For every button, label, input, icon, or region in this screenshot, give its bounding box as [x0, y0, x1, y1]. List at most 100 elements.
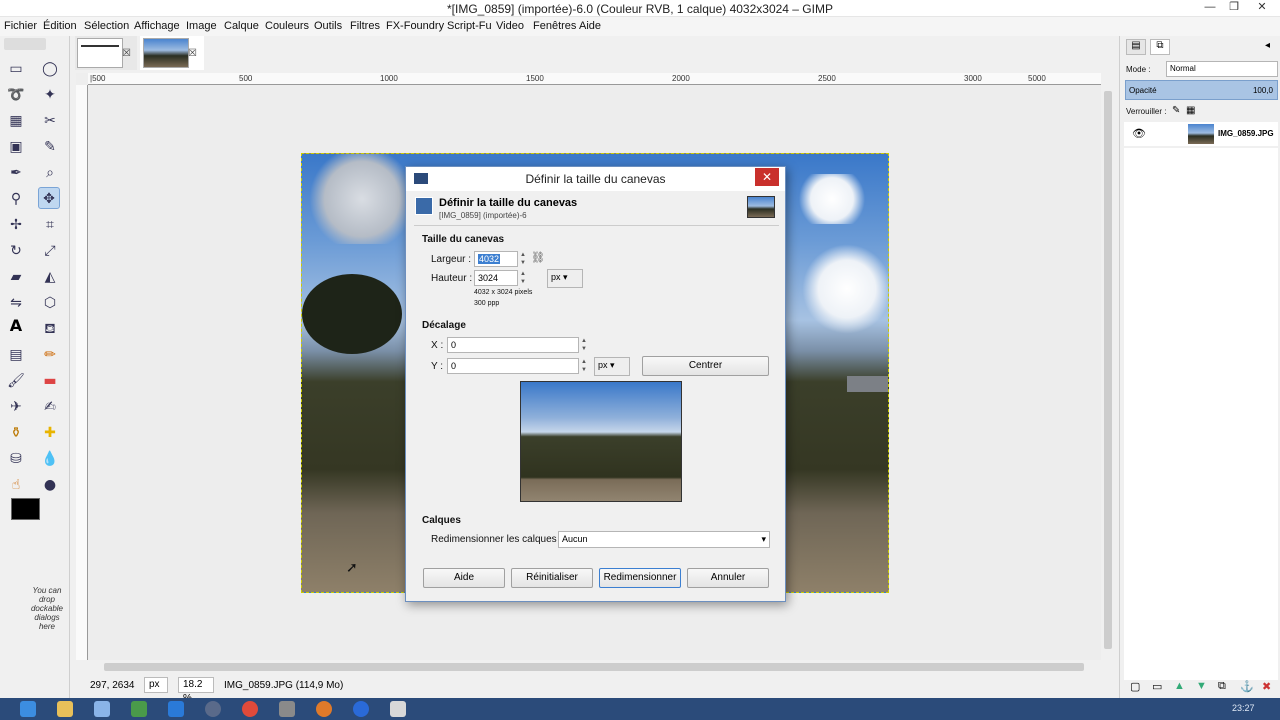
resize-button[interactable]: Redimensionner: [599, 568, 681, 588]
dialog-close-button[interactable]: ✕: [755, 168, 779, 186]
eye-visibility-icon[interactable]: 👁: [1132, 127, 1146, 140]
taskbar-app-icon[interactable]: [353, 701, 369, 717]
cage-icon[interactable]: ⬡: [39, 292, 61, 314]
taskbar-app-icon[interactable]: [131, 701, 147, 717]
lower-layer-icon[interactable]: ▼: [1196, 680, 1207, 692]
width-spin-icon[interactable]: ▲ ▼: [519, 251, 527, 267]
menu-fichier[interactable]: Fichier: [4, 20, 37, 32]
heal-icon[interactable]: ✚: [39, 422, 61, 444]
anchor-layer-icon[interactable]: ⚓: [1240, 680, 1254, 693]
close-tab-2-icon[interactable]: ☒: [188, 48, 197, 59]
size-unit-select[interactable]: px ▾: [547, 269, 583, 288]
eraser-icon[interactable]: ▬: [39, 370, 61, 392]
menu-calque[interactable]: Calque: [224, 20, 259, 32]
close-window-button[interactable]: ✕: [1248, 0, 1276, 16]
dock-menu-icon[interactable]: ◂: [1265, 40, 1270, 51]
smudge-icon[interactable]: ☝: [5, 474, 27, 496]
gimp-taskbar-icon[interactable]: [279, 701, 295, 717]
delete-layer-icon[interactable]: ✖: [1262, 680, 1271, 693]
new-group-icon[interactable]: ▭: [1152, 680, 1162, 693]
x-spin-icon[interactable]: ▲ ▼: [580, 337, 588, 353]
text-tool-icon[interactable]: A: [5, 315, 27, 337]
y-offset-input[interactable]: 0: [447, 358, 579, 374]
shear-icon[interactable]: ▰: [5, 266, 27, 288]
menu-affichage[interactable]: Affichage: [134, 20, 180, 32]
menu-filtres[interactable]: Filtres: [350, 20, 380, 32]
menu-video[interactable]: Video: [496, 20, 524, 32]
layer-row[interactable]: 👁 IMG_0859.JPG: [1124, 122, 1278, 146]
foreground-color-swatch[interactable]: [11, 498, 40, 520]
pencil-icon[interactable]: ✏: [39, 344, 61, 366]
paintbrush-icon[interactable]: 🖌: [5, 370, 27, 392]
menu-edition[interactable]: Édition: [43, 20, 77, 32]
lock-pixels-icon[interactable]: ✎: [1172, 105, 1180, 116]
horizontal-scrollbar[interactable]: [88, 660, 1101, 674]
dodge-burn-icon[interactable]: ●: [39, 474, 61, 496]
offset-unit-select[interactable]: px ▾: [594, 357, 630, 376]
menu-selection[interactable]: Sélection: [84, 20, 129, 32]
ie-browser-icon[interactable]: [168, 701, 184, 717]
zoom-icon[interactable]: ⌕: [39, 162, 61, 184]
height-input[interactable]: 3024: [474, 270, 518, 286]
unit-select[interactable]: px: [144, 677, 168, 693]
bucket-fill-icon[interactable]: ⛾: [39, 318, 61, 340]
chrome-icon[interactable]: [242, 701, 258, 717]
layers-tab-icon[interactable]: ▤: [1126, 39, 1146, 55]
vertical-scroll-thumb[interactable]: [1104, 91, 1112, 649]
menu-fenetres[interactable]: Fenêtres: [533, 20, 576, 32]
menu-fx-foundry[interactable]: FX-Foundry: [386, 20, 444, 32]
airbrush-icon[interactable]: ✈: [5, 396, 27, 418]
y-spin-icon[interactable]: ▲ ▼: [580, 358, 588, 374]
ink-icon[interactable]: ✍: [39, 396, 61, 418]
paths-icon[interactable]: ✎: [39, 136, 61, 158]
raise-layer-icon[interactable]: ▲: [1174, 680, 1185, 692]
mode-select[interactable]: Normal: [1166, 61, 1278, 77]
new-layer-icon[interactable]: ▢: [1130, 680, 1140, 693]
color-select-icon[interactable]: ▦: [5, 110, 27, 132]
help-button[interactable]: Aide: [423, 568, 505, 588]
cancel-button[interactable]: Annuler: [687, 568, 769, 588]
menu-script-fu[interactable]: Script-Fu: [447, 20, 492, 32]
menu-aide[interactable]: Aide: [579, 20, 601, 32]
scissors-icon[interactable]: ✂: [39, 110, 61, 132]
explorer-icon[interactable]: [57, 701, 73, 717]
vertical-scrollbar[interactable]: [1101, 73, 1115, 661]
rect-select-icon[interactable]: ▭: [5, 58, 27, 80]
zoom-select[interactable]: 18.2 %: [178, 677, 214, 704]
x-offset-input[interactable]: 0: [447, 337, 579, 353]
center-button[interactable]: Centrer: [642, 356, 769, 376]
height-spin-icon[interactable]: ▲ ▼: [519, 270, 527, 286]
channels-tab-icon[interactable]: ⧉: [1150, 39, 1170, 55]
menu-couleurs[interactable]: Couleurs: [265, 20, 309, 32]
clone-icon[interactable]: ⚱: [5, 422, 27, 444]
gradient-icon[interactable]: ▤: [5, 344, 27, 366]
perspective-clone-icon[interactable]: ⛁: [5, 448, 27, 470]
taskbar-app-icon[interactable]: [390, 701, 406, 717]
duplicate-layer-icon[interactable]: ⧉: [1218, 680, 1226, 693]
resize-layers-select[interactable]: Aucun ▾: [558, 531, 770, 548]
close-tab-1-icon[interactable]: ☒: [122, 48, 131, 59]
ellipse-select-icon[interactable]: ◯: [39, 58, 61, 80]
measure-icon[interactable]: ⚲: [5, 188, 27, 210]
start-button-icon[interactable]: [20, 701, 36, 717]
fuzzy-select-icon[interactable]: ✦: [39, 84, 61, 106]
move-icon[interactable]: ✥: [38, 187, 60, 209]
color-picker-icon[interactable]: ✒: [5, 162, 27, 184]
blur-icon[interactable]: 💧: [39, 448, 61, 470]
hp-icon[interactable]: [205, 701, 221, 717]
crop-icon[interactable]: ⌗: [39, 214, 61, 236]
lasso-icon[interactable]: ➰: [5, 84, 27, 106]
width-input[interactable]: 4032: [474, 251, 518, 267]
offset-preview-image[interactable]: [520, 381, 682, 502]
firefox-icon[interactable]: [316, 701, 332, 717]
taskbar-app-icon[interactable]: [94, 701, 110, 717]
perspective-icon[interactable]: ◭: [39, 266, 61, 288]
foreground-select-icon[interactable]: ▣: [5, 136, 27, 158]
lock-alpha-icon[interactable]: ▦: [1186, 105, 1195, 116]
horizontal-scroll-thumb[interactable]: [104, 663, 1084, 671]
align-icon[interactable]: ✢: [5, 214, 27, 236]
scale-icon[interactable]: ⤢: [39, 240, 61, 262]
reset-button[interactable]: Réinitialiser: [511, 568, 593, 588]
opacity-slider[interactable]: Opacité 100,0: [1125, 80, 1278, 100]
menu-image[interactable]: Image: [186, 20, 217, 32]
